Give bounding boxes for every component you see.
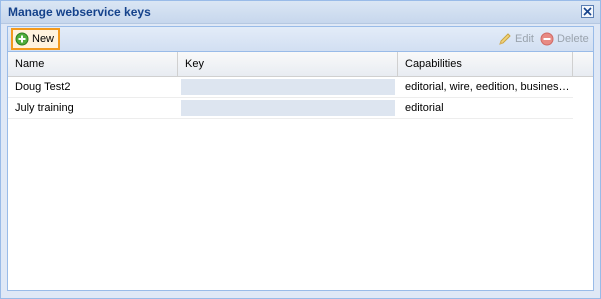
add-circle-icon — [15, 32, 29, 46]
close-icon[interactable] — [581, 5, 594, 18]
window-titlebar[interactable]: Manage webservice keys — [1, 1, 600, 24]
toolbar: New Edit Delete — [7, 26, 594, 51]
column-header-key[interactable]: Key — [178, 52, 398, 76]
row-key-masked — [181, 79, 395, 95]
edit-button-label: Edit — [515, 32, 534, 45]
remove-circle-icon — [540, 32, 554, 46]
manage-keys-window: Manage webservice keys New Edit Delete N… — [0, 0, 601, 299]
delete-button[interactable]: Delete — [540, 28, 589, 49]
keys-grid: Name Key Capabilities Doug Test2 editori… — [7, 51, 594, 291]
row-capabilities: editorial, wire, eedition, busines… — [405, 81, 570, 93]
column-header-name[interactable]: Name — [8, 52, 178, 76]
delete-button-label: Delete — [557, 32, 589, 45]
new-button[interactable]: New — [11, 28, 61, 50]
row-name: July training — [15, 102, 74, 114]
window-title: Manage webservice keys — [8, 5, 151, 19]
edit-button[interactable]: Edit — [498, 28, 534, 49]
pencil-icon — [498, 32, 512, 46]
row-name: Doug Test2 — [15, 81, 71, 93]
grid-header: Name Key Capabilities — [8, 52, 593, 77]
row-capabilities: editorial — [405, 102, 444, 114]
table-row[interactable]: July training editorial — [8, 98, 573, 119]
row-key-masked — [181, 100, 395, 116]
table-row[interactable]: Doug Test2 editorial, wire, eedition, bu… — [8, 77, 573, 98]
new-button-label: New — [32, 33, 55, 45]
column-header-capabilities[interactable]: Capabilities — [398, 52, 573, 76]
